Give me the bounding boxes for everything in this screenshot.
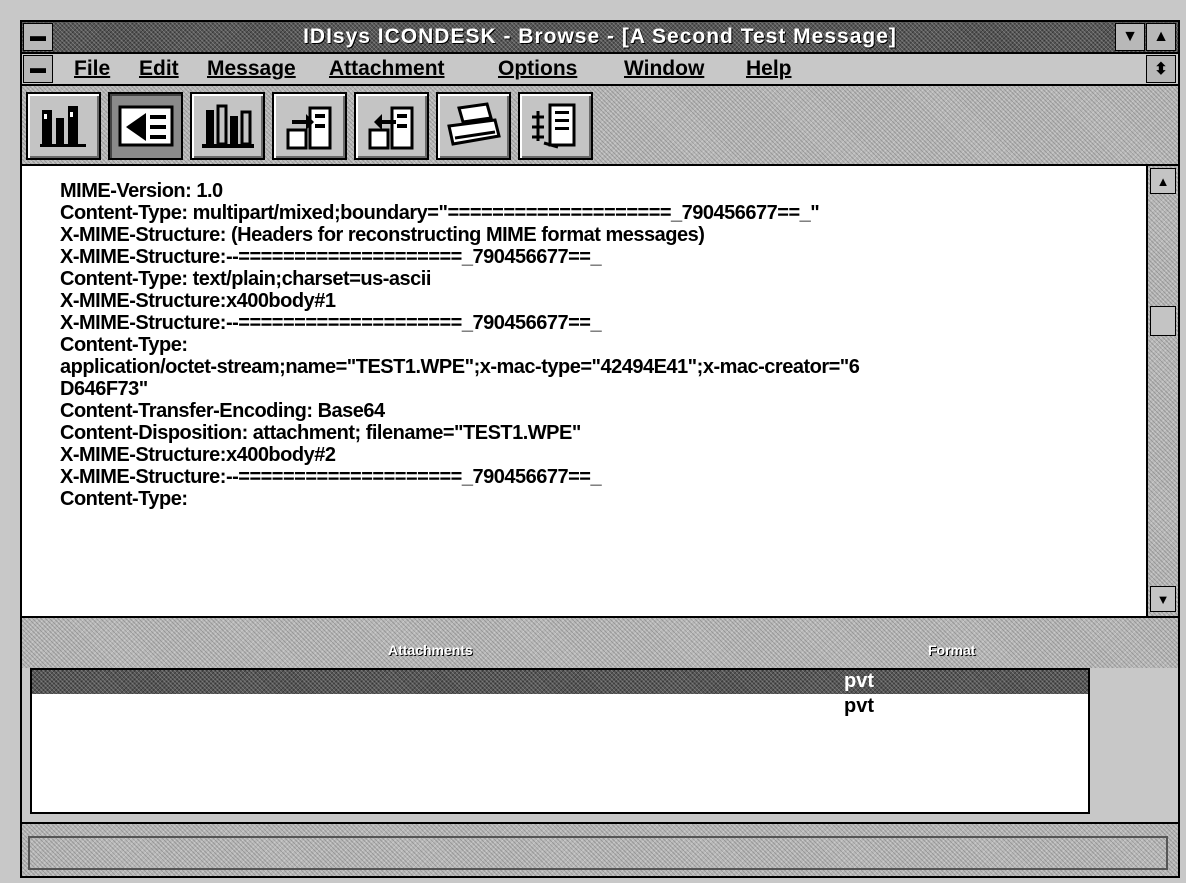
structure-button[interactable] xyxy=(518,92,593,160)
header-line: D646F73" xyxy=(60,378,148,400)
menu-help[interactable]: Help xyxy=(746,57,792,81)
vertical-scrollbar[interactable]: ▲ ▼ xyxy=(1146,166,1178,618)
scroll-up-icon: ▲ xyxy=(1156,173,1170,189)
export-attachment-button[interactable] xyxy=(272,92,347,160)
maximize-icon: ▲ xyxy=(1153,28,1169,45)
menu-attachment[interactable]: Attachment xyxy=(329,57,445,81)
import-attachment-button[interactable] xyxy=(354,92,429,160)
scroll-thumb[interactable] xyxy=(1150,306,1176,336)
header-line: Content-Type: text/plain;charset=us-asci… xyxy=(60,268,431,290)
print-icon xyxy=(446,102,501,146)
attachments-tools-icon xyxy=(201,104,254,148)
header-line: Content-Type: multipart/mixed;boundary="… xyxy=(60,202,820,224)
window-title: IDIsys ICONDESK - Browse - [A Second Tes… xyxy=(303,25,897,48)
menu-edit[interactable]: Edit xyxy=(139,57,179,81)
title-bar[interactable]: ▬ IDIsys ICONDESK - Browse - [A Second T… xyxy=(22,22,1178,54)
attachments-tools-button[interactable] xyxy=(190,92,265,160)
document-system-menu-button[interactable]: ▬ xyxy=(23,55,53,83)
scroll-down-icon: ▼ xyxy=(1156,591,1170,607)
header-line: Content-Type: xyxy=(60,488,188,510)
print-button[interactable] xyxy=(436,92,511,160)
attachment-format: pvt xyxy=(844,695,874,717)
status-bar xyxy=(22,822,1178,876)
header-line: X-MIME-Structure:--====================_… xyxy=(60,246,602,268)
attachment-format: pvt xyxy=(844,670,874,692)
message-view-icon xyxy=(118,105,173,147)
export-attachment-icon xyxy=(286,106,331,150)
header-line: application/octet-stream;name="TEST1.WPE… xyxy=(60,356,860,378)
header-line: Content-Disposition: attachment; filenam… xyxy=(60,422,581,444)
attachments-list[interactable]: pvt pvt xyxy=(30,668,1090,814)
header-line: Content-Type: xyxy=(60,334,188,356)
header-line: MIME-Version: 1.0 xyxy=(60,180,223,202)
format-column-header[interactable]: Format xyxy=(928,642,975,658)
header-line: Content-Transfer-Encoding: Base64 xyxy=(60,400,385,422)
status-field xyxy=(28,836,1168,870)
message-header-pane[interactable]: MIME-Version: 1.0 Content-Type: multipar… xyxy=(22,166,1146,618)
browse-window: ▬ IDIsys ICONDESK - Browse - [A Second T… xyxy=(20,20,1180,878)
header-line: X-MIME-Structure:x400body#1 xyxy=(60,290,336,312)
exit-building-icon xyxy=(39,106,86,147)
import-attachment-icon xyxy=(368,106,413,150)
header-line: X-MIME-Structure:--====================_… xyxy=(60,312,602,334)
menu-options[interactable]: Options xyxy=(498,57,577,81)
header-line: X-MIME-Structure: (Headers for reconstru… xyxy=(60,224,705,246)
maximize-button[interactable]: ▲ xyxy=(1146,23,1176,51)
scroll-up-button[interactable]: ▲ xyxy=(1150,168,1176,194)
attachments-column-header[interactable]: Attachments xyxy=(388,642,473,658)
menu-bar: ▬ File Edit Message Attachment Options W… xyxy=(22,54,1178,86)
attachment-row-selected[interactable]: pvt xyxy=(32,670,1088,694)
structure-icon xyxy=(531,103,575,149)
document-menu-icon: ▬ xyxy=(30,60,46,77)
message-text: MIME-Version: 1.0 Content-Type: multipar… xyxy=(60,180,1136,510)
header-line: X-MIME-Structure:--====================_… xyxy=(60,466,602,488)
header-line: X-MIME-Structure:x400body#2 xyxy=(60,444,336,466)
restore-icon: ⬍ xyxy=(1154,61,1168,78)
view-message-button[interactable] xyxy=(108,92,183,160)
attachment-row[interactable]: pvt xyxy=(32,695,1088,719)
menu-window[interactable]: Window xyxy=(624,57,704,81)
minimize-button[interactable]: ▼ xyxy=(1115,23,1145,51)
toolbar xyxy=(22,86,1178,166)
restore-button[interactable]: ⬍ xyxy=(1146,55,1176,83)
minimize-icon: ▼ xyxy=(1122,28,1138,45)
scroll-down-button[interactable]: ▼ xyxy=(1150,586,1176,612)
exit-button[interactable] xyxy=(26,92,101,160)
menu-file[interactable]: File xyxy=(74,57,110,81)
menu-message[interactable]: Message xyxy=(207,57,296,81)
attachments-header: Attachments Format xyxy=(22,618,1178,668)
